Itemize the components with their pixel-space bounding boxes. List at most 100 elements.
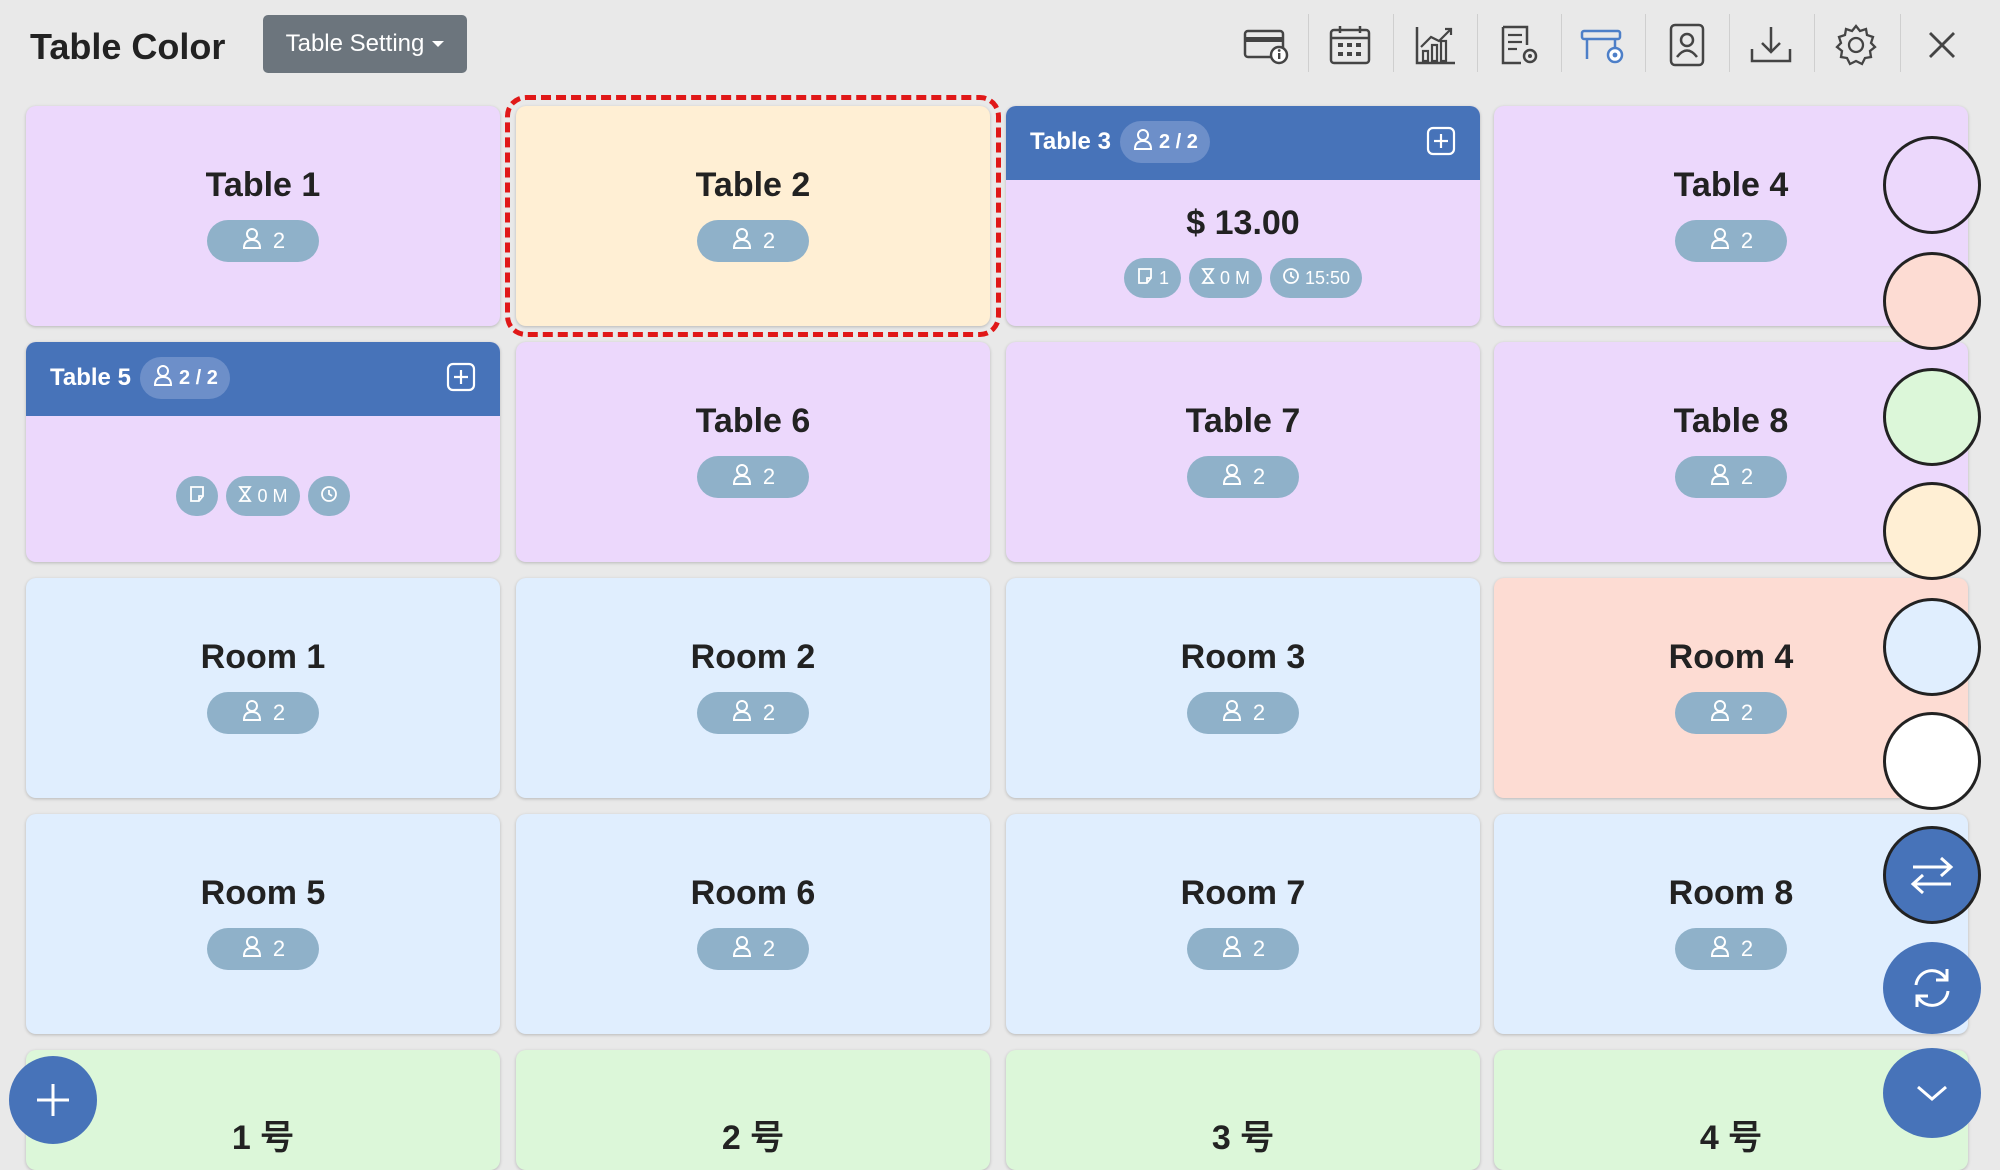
order-stats: 1 0 M 15:50 — [1006, 258, 1480, 298]
table-name: Room 6 — [690, 874, 816, 912]
table-card[interactable]: Room 1 2 — [26, 578, 500, 798]
guests-count: 2 — [1740, 700, 1754, 725]
divider — [1393, 14, 1394, 72]
person-icon — [241, 935, 263, 963]
add-button[interactable] — [9, 1056, 97, 1144]
guests-count: 2 — [1252, 936, 1266, 961]
guests-count: 2 — [762, 228, 776, 253]
occupancy-badge: 2 / 2 — [1120, 121, 1210, 163]
table-card[interactable]: Room 2 2 — [516, 578, 990, 798]
table-name: Table 2 — [695, 166, 811, 204]
color-swatch[interactable] — [1883, 482, 1981, 580]
report-settings-icon[interactable] — [1489, 15, 1549, 75]
table-card[interactable]: Room 7 2 — [1006, 814, 1480, 1034]
table-name: Room 7 — [1180, 874, 1306, 912]
add-order-icon[interactable] — [446, 362, 476, 392]
table-card[interactable]: 3 号 — [1006, 1050, 1480, 1170]
refresh-button[interactable] — [1883, 942, 1981, 1034]
duration-value: 0 M — [257, 485, 288, 506]
table-card[interactable]: Table 5 2 / 2 0 M — [26, 342, 500, 562]
hourglass-icon — [1201, 267, 1215, 290]
guests-badge: 2 — [1187, 456, 1299, 498]
guests-badge: 2 — [207, 220, 319, 262]
add-order-icon[interactable] — [1426, 126, 1456, 156]
page-title: Table Color — [30, 26, 226, 67]
table-card[interactable]: Table 3 2 / 2 $ 13.00 1 0 M 15:50 — [1006, 106, 1480, 326]
notes-badge: 1 — [1123, 258, 1181, 298]
table-name: 2 号 — [721, 1119, 785, 1157]
person-icon — [1221, 699, 1243, 727]
download-icon[interactable] — [1741, 15, 1801, 75]
color-swatch[interactable] — [1883, 368, 1981, 466]
table-card-header: Table 3 2 / 2 — [1006, 106, 1480, 180]
duration-value: 0 M — [1219, 267, 1250, 288]
person-icon — [731, 227, 753, 255]
table-name: Room 3 — [1180, 638, 1306, 676]
guests-badge: 2 — [697, 928, 809, 970]
swap-button[interactable] — [1883, 826, 1981, 924]
occupancy-value: 2 / 2 — [179, 366, 218, 389]
table-card[interactable]: 1 号 — [26, 1050, 500, 1170]
color-swatch[interactable] — [1883, 252, 1981, 350]
user-badge-icon[interactable] — [1657, 15, 1717, 75]
order-stats: 0 M — [26, 476, 500, 516]
color-swatch[interactable] — [1883, 598, 1981, 696]
person-icon — [1221, 935, 1243, 963]
order-amount: $ 13.00 — [1186, 204, 1300, 242]
person-icon — [1132, 128, 1154, 156]
top-bar: Table Color Table Setting — [0, 0, 2000, 92]
guests-count: 2 — [762, 464, 776, 489]
table-card[interactable]: Table 6 2 — [516, 342, 990, 562]
color-swatch[interactable] — [1883, 136, 1981, 234]
table-card[interactable]: Table 1 2 — [26, 106, 500, 326]
table-name: 3 号 — [1211, 1119, 1275, 1157]
add-icon — [37, 1084, 69, 1116]
card-info-icon[interactable] — [1236, 15, 1296, 75]
caret-down-icon — [432, 41, 445, 47]
person-icon — [241, 227, 263, 255]
table-setting-label: Table Setting — [285, 30, 425, 57]
swap-icon — [1910, 856, 1954, 895]
guests-count: 2 — [1740, 464, 1754, 489]
person-icon — [152, 364, 174, 392]
person-icon — [1709, 463, 1731, 491]
duration-badge: 0 M — [226, 476, 300, 516]
refresh-icon — [1914, 969, 1950, 1007]
table-card[interactable]: Table 7 2 — [1006, 342, 1480, 562]
table-card[interactable]: Room 5 2 — [26, 814, 500, 1034]
table-name: Table 3 — [1030, 128, 1111, 155]
table-card[interactable]: Table 2 2 — [505, 95, 1001, 337]
guests-count: 2 — [272, 936, 286, 961]
table-card[interactable]: Room 3 2 — [1006, 578, 1480, 798]
guests-badge: 2 — [1187, 928, 1299, 970]
time-badge: 15:50 — [1269, 258, 1363, 298]
guests-badge: 2 — [1675, 692, 1787, 734]
divider — [1900, 14, 1901, 72]
gear-icon[interactable] — [1826, 15, 1886, 75]
divider — [1645, 14, 1646, 72]
table-name: Table 1 — [205, 166, 321, 204]
divider — [1477, 14, 1478, 72]
guests-badge: 2 — [207, 692, 319, 734]
calendar-icon[interactable] — [1320, 15, 1380, 75]
table-card[interactable]: 2 号 — [516, 1050, 990, 1170]
note-icon — [188, 485, 206, 508]
hourglass-icon — [238, 485, 253, 508]
table-name: Room 1 — [200, 638, 326, 676]
divider — [1814, 14, 1815, 72]
table-name: Room 2 — [690, 638, 816, 676]
color-swatch[interactable] — [1883, 712, 1981, 810]
table-card[interactable]: Room 6 2 — [516, 814, 990, 1034]
table-card-header: Table 5 2 / 2 — [26, 342, 500, 416]
scroll-down-button[interactable] — [1883, 1048, 1981, 1138]
time-badge — [307, 476, 350, 516]
chart-icon[interactable] — [1405, 15, 1465, 75]
table-name: Table 6 — [695, 402, 811, 440]
guests-badge: 2 — [1675, 456, 1787, 498]
guests-count: 2 — [1252, 464, 1266, 489]
person-icon — [731, 463, 753, 491]
close-icon[interactable] — [1912, 15, 1972, 75]
table-settings-icon[interactable] — [1573, 15, 1633, 75]
guests-count: 2 — [1740, 228, 1754, 253]
table-setting-dropdown[interactable]: Table Setting — [263, 15, 467, 73]
